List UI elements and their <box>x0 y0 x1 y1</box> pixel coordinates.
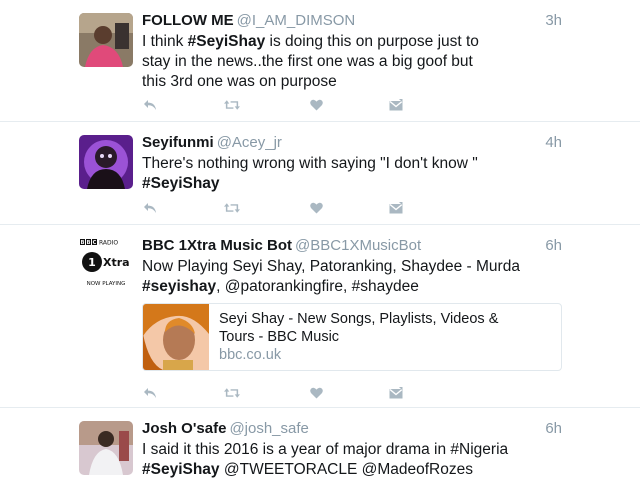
hashtag-link[interactable]: #SeyiShay <box>142 461 220 478</box>
link-card[interactable]: Seyi Shay - New Songs, Playlists, Videos… <box>142 303 562 371</box>
tweet-header: FOLLOW ME @I_AM_DIMSON <box>142 12 562 30</box>
timestamp[interactable]: 4h <box>545 134 562 152</box>
timestamp[interactable]: 3h <box>545 12 562 30</box>
user-handle[interactable]: @josh_safe <box>229 420 308 437</box>
like-icon[interactable] <box>308 97 324 113</box>
text-segment: There's nothing wrong with saying "I don… <box>142 155 478 172</box>
display-name[interactable]: Seyifunmi <box>142 134 214 151</box>
retweet-icon[interactable] <box>224 200 240 216</box>
text-segment: stay in the news..the first one was a bi… <box>142 53 473 70</box>
dm-icon[interactable] <box>388 97 404 113</box>
card-title: Seyi Shay - New Songs, Playlists, Videos… <box>219 311 499 327</box>
dm-icon[interactable] <box>388 200 404 216</box>
timestamp[interactable]: 6h <box>545 420 562 438</box>
tweet-text: There's nothing wrong with saying "I don… <box>142 154 532 194</box>
svg-text:1: 1 <box>88 256 96 269</box>
user-handle[interactable]: @I_AM_DIMSON <box>237 12 356 29</box>
card-text: Seyi Shay - New Songs, Playlists, Videos… <box>219 310 553 364</box>
tweet-text-line: this 3rd one was on purpose <box>142 72 532 92</box>
user-handle[interactable]: @BBC1XMusicBot <box>295 237 421 254</box>
tweet-actions <box>142 385 412 401</box>
card-domain: bbc.co.uk <box>219 347 282 363</box>
reply-icon[interactable] <box>142 97 158 113</box>
text-segment: , @patorankingfire, #shaydee <box>216 278 419 295</box>
tweet-text-line: Now Playing Seyi Shay, Patoranking, Shay… <box>142 257 532 277</box>
tweet[interactable]: B B C RADIO 1 Xtra NOW PLAYING BBC 1Xtra… <box>0 225 640 408</box>
hashtag-link[interactable]: #SeyiShay <box>142 175 220 192</box>
text-segment: is doing this on purpose just to <box>265 33 479 50</box>
bbc-1xtra-logo[interactable]: B B C RADIO 1 Xtra NOW PLAYING <box>79 238 133 292</box>
tweet-text-line: I said it this 2016 is a year of major d… <box>142 440 532 460</box>
like-icon[interactable] <box>308 385 324 401</box>
text-segment: Now Playing Seyi Shay, Patoranking, Shay… <box>142 258 520 275</box>
reply-icon[interactable] <box>142 200 158 216</box>
display-name[interactable]: BBC 1Xtra Music Bot <box>142 237 292 254</box>
text-segment: I think <box>142 33 188 50</box>
svg-text:B: B <box>81 240 85 246</box>
tweet-header: BBC 1Xtra Music Bot @BBC1XMusicBot <box>142 237 562 255</box>
timestamp[interactable]: 6h <box>545 237 562 255</box>
tweet-text: Now Playing Seyi Shay, Patoranking, Shay… <box>142 257 532 297</box>
retweet-icon[interactable] <box>224 97 240 113</box>
like-icon[interactable] <box>308 200 324 216</box>
tweet[interactable]: FOLLOW ME @I_AM_DIMSON 3h I think #SeyiSh… <box>0 0 640 122</box>
display-name[interactable]: FOLLOW ME <box>142 12 234 29</box>
tweet-text-line: There's nothing wrong with saying "I don… <box>142 154 532 174</box>
tweet-text-line: I think #SeyiShay is doing this on purpo… <box>142 32 532 52</box>
tweet-actions <box>142 200 412 216</box>
hashtag-link[interactable]: #SeyiShay <box>188 33 266 50</box>
retweet-icon[interactable] <box>224 385 240 401</box>
svg-text:NOW PLAYING: NOW PLAYING <box>87 281 126 287</box>
tweet-text-line: #SeyiShay <box>142 174 532 194</box>
tweet-text-line: stay in the news..the first one was a bi… <box>142 52 532 72</box>
avatar[interactable] <box>79 421 133 475</box>
svg-text:Xtra: Xtra <box>103 256 130 269</box>
card-thumbnail <box>143 304 209 370</box>
tweet-text-line: #seyishay, @patorankingfire, #shaydee <box>142 277 532 297</box>
avatar[interactable] <box>79 13 133 67</box>
display-name[interactable]: Josh O'safe <box>142 420 226 437</box>
tweet-text-line: #SeyiShay @TWEETORACLE @MadeofRozes @Ope… <box>142 460 532 481</box>
svg-text:C: C <box>93 240 97 246</box>
tweet-actions <box>142 97 412 113</box>
text-segment: I said it this 2016 is a year of major d… <box>142 441 509 458</box>
user-handle[interactable]: @Acey_jr <box>217 134 282 151</box>
card-title: Tours - BBC Music <box>219 329 340 345</box>
svg-text:RADIO: RADIO <box>99 240 118 247</box>
reply-icon[interactable] <box>142 385 158 401</box>
tweet-text: I said it this 2016 is a year of major d… <box>142 440 532 481</box>
svg-text:B: B <box>87 240 91 246</box>
tweet[interactable]: Josh O'safe @josh_safe 6h I said it this … <box>0 408 640 481</box>
text-segment: this 3rd one was on purpose <box>142 73 337 90</box>
tweet[interactable]: Seyifunmi @Acey_jr 4h There's nothing wro… <box>0 122 640 225</box>
hashtag-link[interactable]: #seyishay <box>142 278 216 295</box>
avatar[interactable] <box>79 135 133 189</box>
tweet-text: I think #SeyiShay is doing this on purpo… <box>142 32 532 92</box>
tweet-header: Seyifunmi @Acey_jr <box>142 134 562 152</box>
tweet-header: Josh O'safe @josh_safe <box>142 420 562 438</box>
dm-icon[interactable] <box>388 385 404 401</box>
